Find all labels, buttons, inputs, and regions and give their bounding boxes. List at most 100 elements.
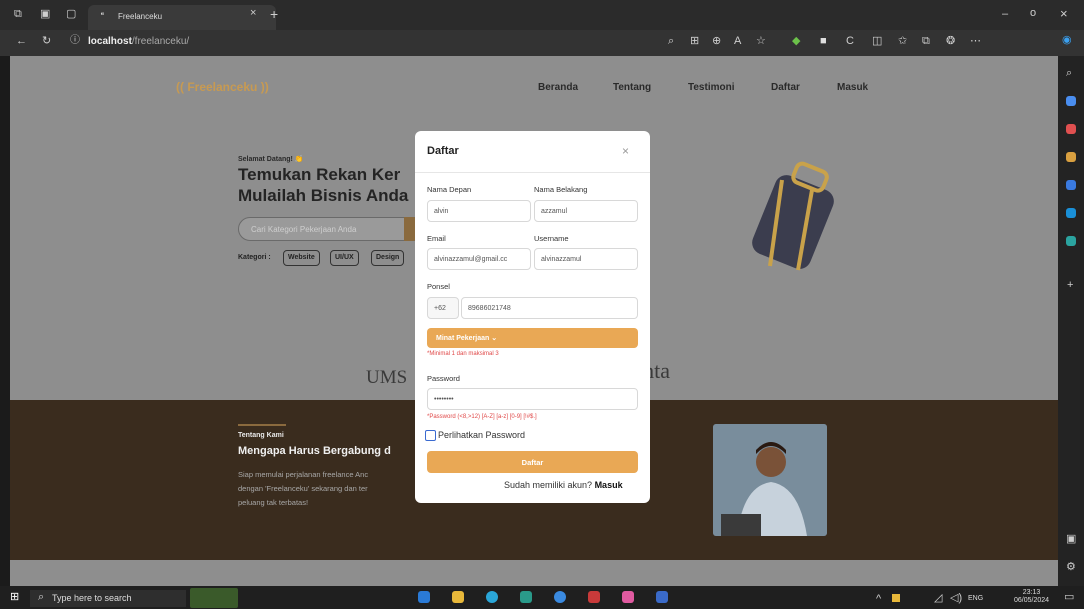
taskbar-clock[interactable]: 23:13 06/05/2024: [1014, 589, 1049, 606]
login-link[interactable]: Masuk: [595, 480, 623, 490]
back-icon[interactable]: ←: [16, 36, 27, 47]
about-title: Mengapa Harus Bergabung d: [238, 445, 391, 457]
first-name-input[interactable]: alvin: [427, 200, 531, 222]
search-page-icon[interactable]: ⌕: [668, 36, 674, 47]
sidebar-office-icon[interactable]: [1066, 180, 1076, 190]
password-label: Password: [427, 374, 460, 383]
extension-icon[interactable]: ◆: [792, 36, 800, 47]
favorite-star-icon[interactable]: ☆: [756, 36, 766, 47]
app-available-icon[interactable]: ⊞: [690, 36, 699, 47]
login-question: Sudah memiliki akun?: [504, 480, 593, 490]
sidebar-outlook-icon[interactable]: [1066, 208, 1076, 218]
new-tab-icon[interactable]: +: [270, 7, 278, 21]
modal-header-divider: [415, 172, 650, 173]
category-search-input[interactable]: Cari Kategori Pekerjaan Anda: [238, 217, 428, 241]
tab-close-icon[interactable]: ×: [250, 8, 256, 19]
sidebar-shopping-icon[interactable]: [1066, 96, 1076, 106]
taskbar-edge-icon[interactable]: [486, 591, 498, 603]
windows-start-icon[interactable]: ⊞: [10, 592, 19, 603]
about-body-line1: Siap memulai perjalanan freelance Anc: [238, 470, 369, 479]
taskbar-chrome-icon[interactable]: [554, 591, 566, 603]
taskbar-app4-icon[interactable]: [656, 591, 668, 603]
nav-tentang[interactable]: Tentang: [613, 82, 651, 93]
username-label: Username: [534, 234, 569, 243]
username-input[interactable]: alvinazzamul: [534, 248, 638, 270]
read-aloud-icon[interactable]: A: [734, 36, 741, 47]
last-name-label: Nama Belakang: [534, 185, 588, 194]
modal-close-button[interactable]: ×: [622, 144, 629, 158]
browser-tab[interactable]: [88, 5, 276, 30]
tray-network-icon[interactable]: ◿: [934, 593, 942, 604]
workspaces-icon[interactable]: ⧉: [14, 9, 22, 20]
clock-time: 23:13: [1022, 589, 1041, 596]
kategori-label: Kategori :: [238, 254, 271, 261]
refresh-icon[interactable]: ↻: [42, 36, 51, 47]
show-password-label[interactable]: Perlihatkan Password: [438, 430, 525, 440]
partner-logo-ums: UMS: [366, 367, 408, 388]
phone-label: Ponsel: [427, 282, 450, 291]
chip-website[interactable]: Website: [283, 250, 320, 266]
minat-error: *Minimal 1 dan maksimal 3: [427, 351, 499, 357]
copilot-icon[interactable]: ❂: [946, 36, 955, 47]
sidebar-layout-icon[interactable]: ▣: [1066, 534, 1076, 545]
site-info-icon[interactable]: ⓘ: [70, 36, 80, 46]
taskbar-vscode-icon[interactable]: [418, 591, 430, 603]
password-error: *Password (<8,>12) [A-Z] [a-z] [0-9] [!#…: [427, 414, 537, 420]
register-submit-button[interactable]: Daftar: [427, 451, 638, 473]
about-label: Tentang Kami: [238, 432, 284, 439]
tab-actions-icon[interactable]: ▣: [40, 9, 50, 20]
taskbar-search-icon: ⌕: [38, 591, 45, 603]
notification-icon[interactable]: ▭: [1064, 592, 1074, 603]
taskbar-explorer-icon[interactable]: [452, 591, 464, 603]
phone-input[interactable]: 89686021748: [461, 297, 638, 319]
about-accent-line: [238, 424, 286, 426]
freelancer-photo: [713, 424, 827, 536]
maximize-icon[interactable]: o: [1030, 8, 1036, 19]
taskbar-app3-icon[interactable]: [622, 591, 634, 603]
nav-beranda[interactable]: Beranda: [538, 82, 578, 93]
phone-prefix: +62: [427, 297, 459, 319]
show-password-checkbox[interactable]: [425, 430, 436, 441]
minimize-icon[interactable]: –: [1002, 9, 1008, 20]
collections-icon[interactable]: ⧉: [922, 36, 930, 47]
email-input[interactable]: alvinazzamul@gmail.cc: [427, 248, 531, 270]
url-host: localhost: [88, 36, 132, 47]
taskbar-app2-icon[interactable]: [588, 591, 600, 603]
nav-masuk[interactable]: Masuk: [837, 82, 868, 93]
tray-volume-icon[interactable]: ◁): [950, 593, 962, 604]
last-name-input[interactable]: azzamul: [534, 200, 638, 222]
more-menu-icon[interactable]: ⋯: [970, 36, 981, 47]
zoom-icon[interactable]: ⊕: [712, 36, 721, 47]
taskbar-search-input[interactable]: Type here to search: [30, 590, 186, 607]
vertical-tabs-icon[interactable]: ▢: [66, 9, 76, 20]
favorites-icon[interactable]: ✩: [898, 36, 907, 47]
sidebar-drop-icon[interactable]: [1066, 236, 1076, 246]
chip-design[interactable]: Design: [371, 250, 405, 266]
taskbar-app-icon[interactable]: [520, 591, 532, 603]
nav-testimoni[interactable]: Testimoni: [688, 82, 734, 93]
hero-welcome: Selamat Datang! 👏: [238, 156, 304, 163]
sidebar-tools-icon[interactable]: [1066, 124, 1076, 134]
tray-chevron-icon[interactable]: ^: [876, 594, 881, 605]
edge-copilot-icon[interactable]: ◉: [1062, 35, 1072, 46]
window-close-icon[interactable]: ×: [1060, 7, 1068, 20]
extension-c-icon[interactable]: C: [846, 36, 854, 47]
taskbar-widget-icon[interactable]: [190, 588, 238, 608]
split-screen-icon[interactable]: ◫: [872, 36, 882, 47]
extension-doc-icon[interactable]: ■: [820, 36, 827, 47]
sidebar-search-icon[interactable]: ⌕: [1066, 68, 1072, 79]
sidebar-add-icon[interactable]: +: [1067, 280, 1073, 291]
sidebar-games-icon[interactable]: [1066, 152, 1076, 162]
tray-app-icon[interactable]: [892, 594, 900, 602]
hero-title-line2: Mulailah Bisnis Anda: [238, 186, 409, 205]
nav-daftar[interactable]: Daftar: [771, 82, 800, 93]
chip-uiux[interactable]: UI/UX: [330, 250, 359, 266]
sidebar-settings-icon[interactable]: ⚙: [1066, 562, 1076, 573]
clock-date: 06/05/2024: [1014, 597, 1050, 605]
minat-pekerjaan-dropdown[interactable]: Minat Pekerjaan ⌄: [427, 328, 638, 348]
url-input[interactable]: localhost/freelanceku/: [88, 36, 189, 47]
password-input[interactable]: ••••••••: [427, 388, 638, 410]
tray-language[interactable]: ENG: [968, 595, 983, 602]
email-label: Email: [427, 234, 446, 243]
site-logo[interactable]: (( Freelanceku )): [176, 80, 269, 94]
